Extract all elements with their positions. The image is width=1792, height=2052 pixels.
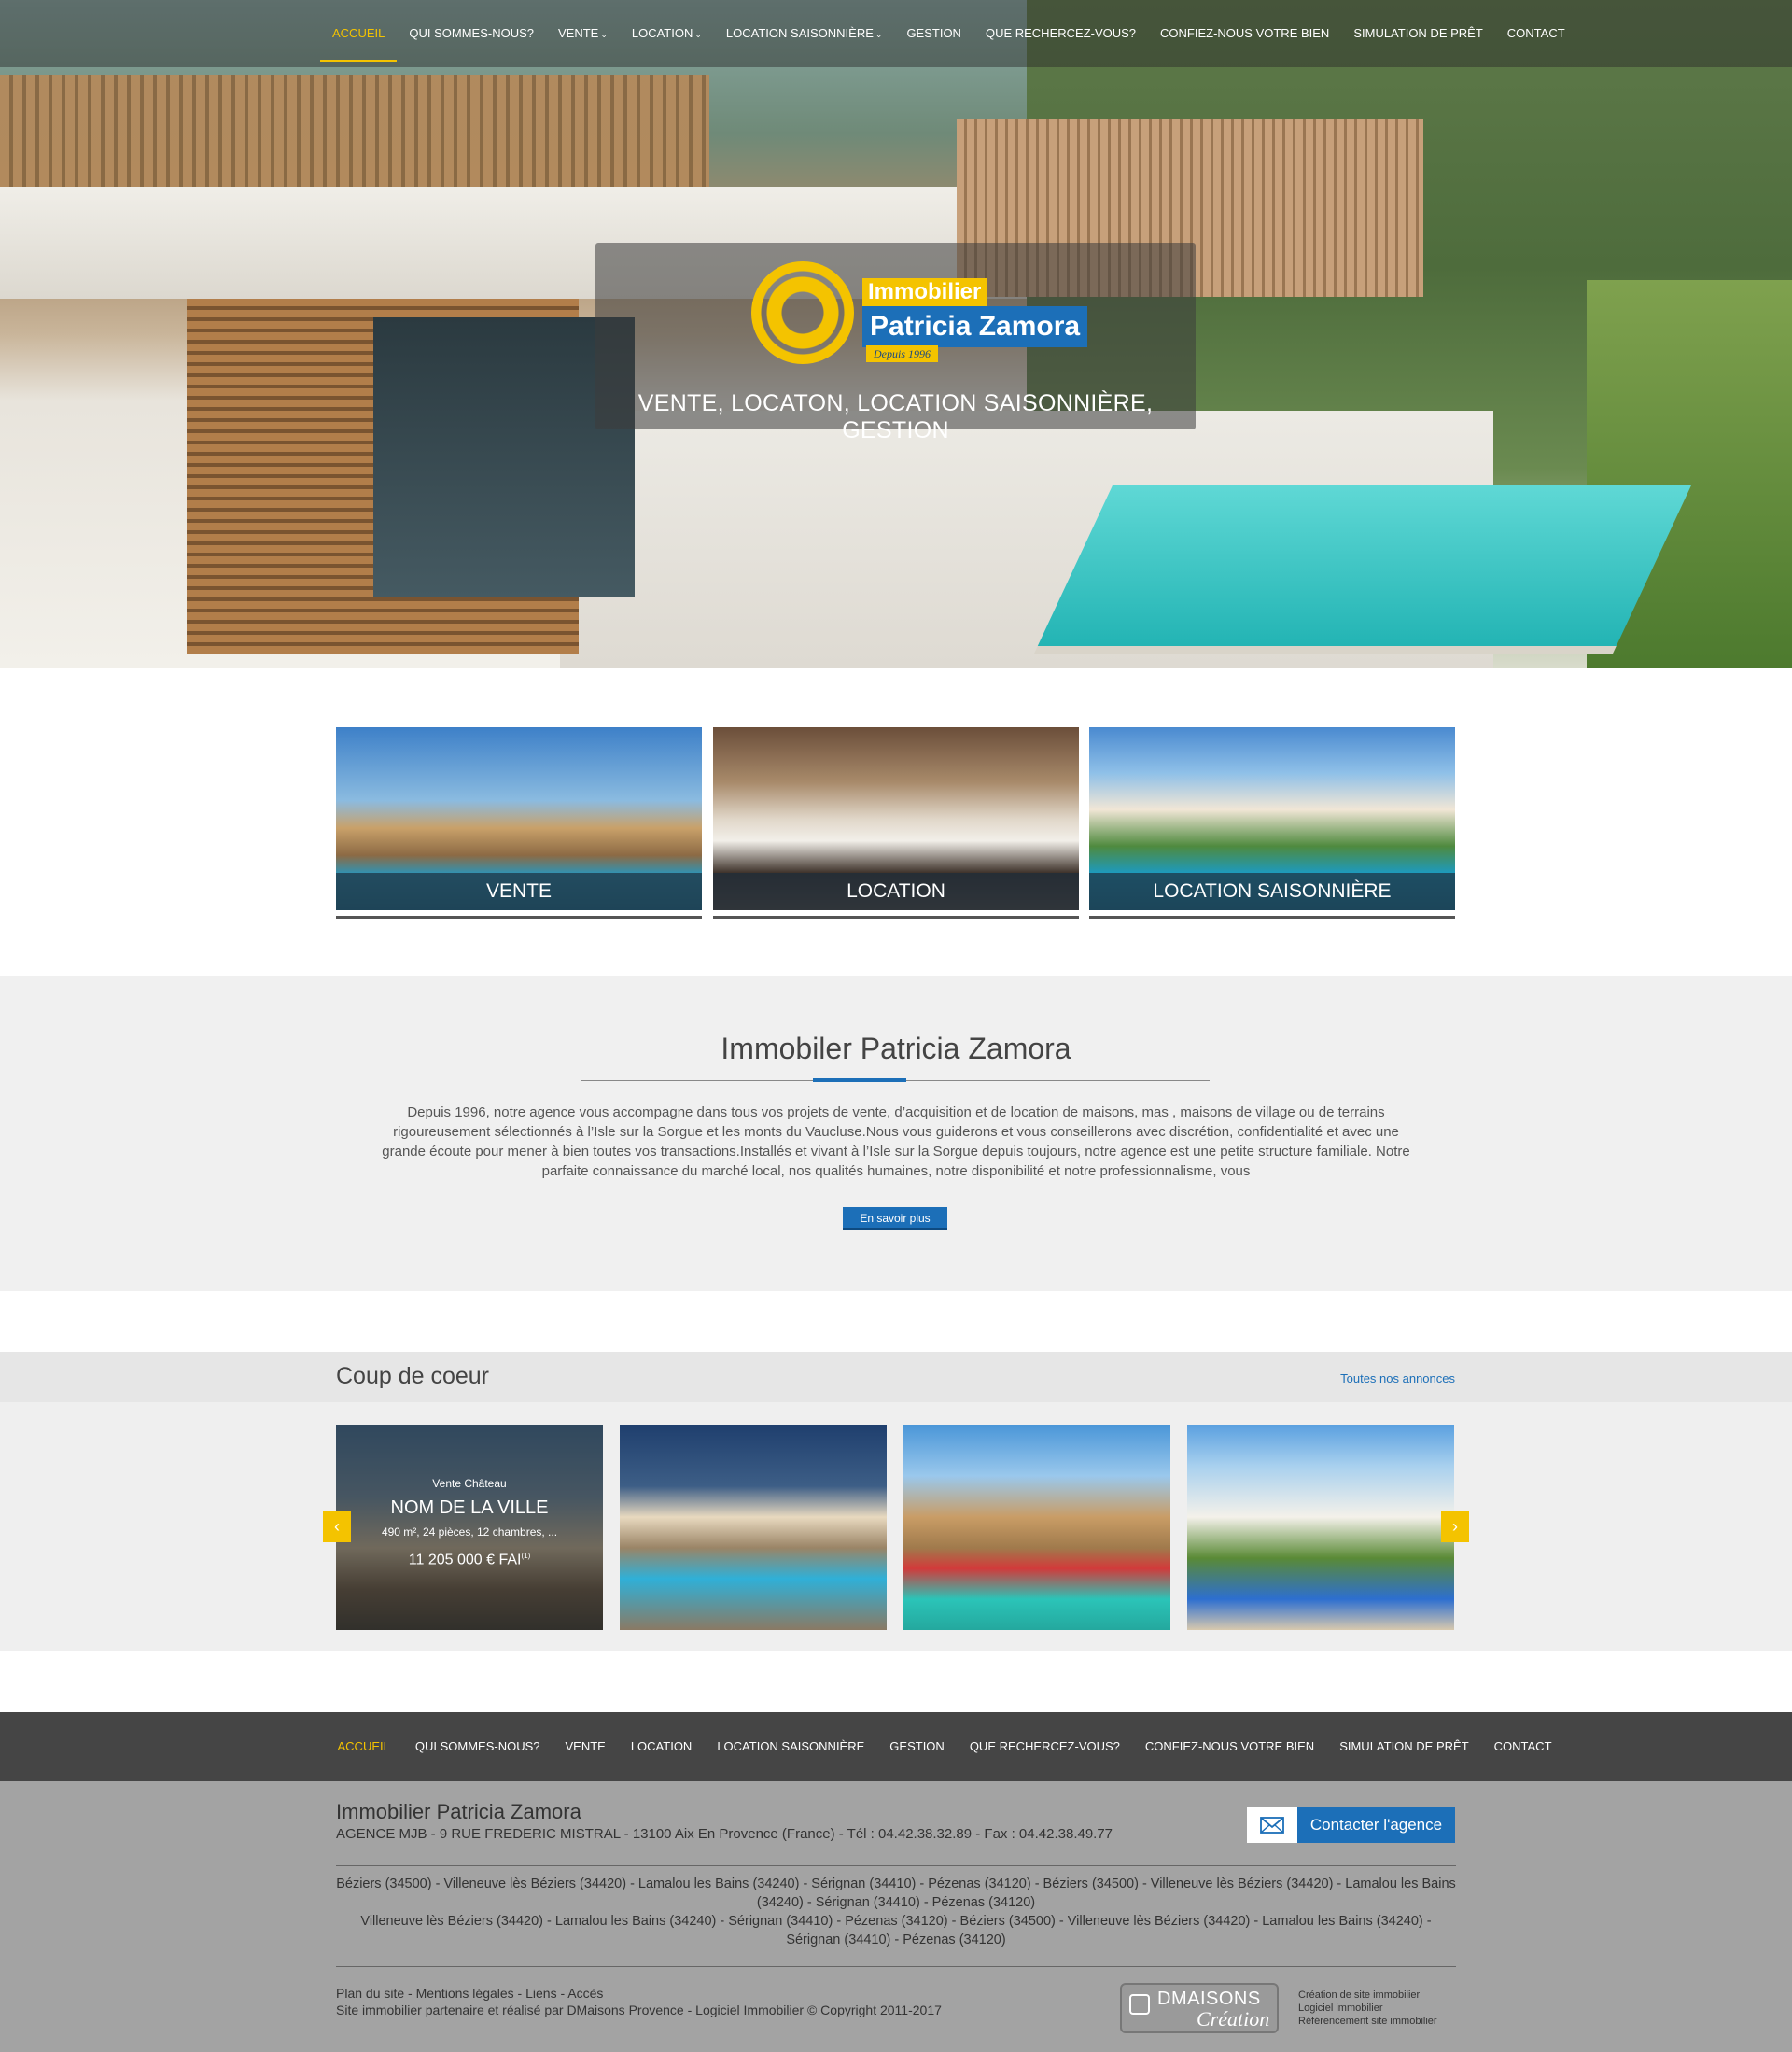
listing-card[interactable] — [1187, 1425, 1454, 1630]
category-tile-location[interactable]: LOCATION — [713, 727, 1079, 919]
carousel-next-chevron-right-icon[interactable]: › — [1441, 1511, 1469, 1542]
listing-card[interactable]: Vente Château NOM DE LA VILLE 490 m², 24… — [336, 1425, 603, 1630]
category-label: VENTE — [336, 873, 702, 910]
footer-cities: Béziers (34500) - Villeneuve lès Béziers… — [336, 1875, 1456, 1949]
divider — [336, 1966, 1456, 1967]
carousel-prev-chevron-left-icon[interactable]: ‹ — [323, 1511, 351, 1542]
hero-wood-facade — [0, 75, 709, 187]
listing-overlay: Vente Château NOM DE LA VILLE 490 m², 24… — [336, 1425, 603, 1630]
footer-nav-location-saisonniere[interactable]: LOCATION SAISONNIÈRE — [705, 1712, 877, 1781]
footer-links: Plan du site - Mentions légales - Liens … — [336, 1985, 942, 2018]
footer-navigation: ACCUEIL QUI SOMMES-NOUS? VENTE LOCATION … — [0, 1712, 1792, 1781]
main-navigation: ACCUEIL QUI SOMMES-NOUS? VENTE ⌄ LOCATION… — [0, 0, 1792, 67]
nav-item-qui-sommes-nous[interactable]: QUI SOMMES-NOUS? — [397, 0, 546, 67]
envelope-icon — [1247, 1807, 1297, 1843]
nav-item-vente[interactable]: VENTE ⌄ — [546, 0, 620, 67]
footer-nav-vente[interactable]: VENTE — [553, 1712, 618, 1781]
category-tile-vente[interactable]: VENTE — [336, 727, 702, 919]
category-label: LOCATION SAISONNIÈRE — [1089, 873, 1455, 910]
divider-accent — [813, 1078, 906, 1082]
category-label: LOCATION — [713, 873, 1079, 910]
about-section: Immobiler Patricia Zamora Depuis 1996, n… — [0, 976, 1792, 1291]
footer-site-links[interactable]: Plan du site - Mentions légales - Liens … — [336, 1985, 942, 2002]
hero-banner: ACCUEIL QUI SOMMES-NOUS? VENTE ⌄ LOCATION… — [0, 0, 1792, 668]
logo-text-since: Depuis 1996 — [866, 345, 938, 362]
cities-line: Béziers (34500) - Villeneuve lès Béziers… — [336, 1876, 1456, 1910]
footer-address: AGENCE MJB - 9 RUE FREDERIC MISTRAL - 13… — [336, 1826, 1113, 1842]
cities-line: Villeneuve lès Béziers (34420) - Lamalou… — [360, 1914, 1432, 1947]
nav-item-accueil[interactable]: ACCUEIL — [320, 0, 398, 62]
listing-city: NOM DE LA VILLE — [390, 1497, 549, 1518]
divider — [336, 1865, 1456, 1866]
house-icon — [1129, 1994, 1150, 2015]
logo-emblem-icon — [751, 261, 854, 364]
hero-pool — [1034, 485, 1691, 654]
logo-text-name: Patricia Zamora — [862, 306, 1088, 347]
footer-nav-que-recherchez-vous[interactable]: QUE RECHERCEZ-VOUS? — [957, 1712, 1132, 1781]
chevron-down-icon: ⌄ — [600, 30, 608, 39]
contact-agency-label: Contacter l'agence — [1309, 1816, 1443, 1834]
footer-credit: Site immobilier partenaire et réalisé pa… — [336, 2003, 942, 2017]
logo-text-immobilier: Immobilier — [862, 278, 987, 306]
featured-header: Coup de coeur Toutes nos annonces — [0, 1352, 1792, 1402]
footer-agency-name: Immobilier Patricia Zamora — [336, 1800, 581, 1823]
nav-item-location[interactable]: LOCATION ⌄ — [620, 0, 714, 67]
service-item[interactable]: Création de site immobilier — [1298, 1989, 1437, 2002]
listing-details: 490 m², 24 pièces, 12 chambres, ... — [381, 1525, 558, 1539]
chevron-down-icon: ⌄ — [694, 30, 702, 39]
all-listings-link[interactable]: Toutes nos annonces — [1340, 1371, 1455, 1385]
hero-tagline: VENTE, LOCATON, LOCATION SAISONNIÈRE, GE… — [637, 390, 1154, 443]
chevron-down-icon: ⌄ — [875, 30, 883, 39]
nav-item-gestion[interactable]: GESTION — [894, 0, 973, 67]
listing-card[interactable] — [903, 1425, 1170, 1630]
dmaisons-logo[interactable]: DMAISONS Création — [1120, 1983, 1279, 2033]
category-tile-location-saisonniere[interactable]: LOCATION SAISONNIÈRE — [1089, 727, 1455, 919]
featured-carousel: Vente Château NOM DE LA VILLE 490 m², 24… — [0, 1402, 1792, 1651]
nav-item-simulation[interactable]: SIMULATION DE PRÊT — [1341, 0, 1494, 67]
nav-item-contact[interactable]: CONTACT — [1495, 0, 1577, 67]
dmaisons-services: Création de site immobilier Logiciel imm… — [1298, 1989, 1437, 2028]
about-text: Depuis 1996, notre agence vous accompagn… — [382, 1104, 1410, 1179]
nav-item-que-recherchez-vous[interactable]: QUE RECHERCEZ-VOUS? — [973, 0, 1148, 67]
listing-card[interactable] — [620, 1425, 887, 1630]
nav-item-location-saisonniere[interactable]: LOCATION SAISONNIÈRE ⌄ — [714, 0, 895, 67]
footer: Immobilier Patricia Zamora AGENCE MJB - … — [0, 1781, 1792, 2052]
contact-agency-button[interactable]: Contacter l'agence — [1247, 1807, 1455, 1843]
nav-item-confiez-nous[interactable]: CONFIEZ-NOUS VOTRE BIEN — [1148, 0, 1341, 67]
footer-nav-simulation[interactable]: SIMULATION DE PRÊT — [1327, 1712, 1481, 1781]
listing-type: Vente Château — [432, 1477, 507, 1490]
footer-nav-location[interactable]: LOCATION — [618, 1712, 705, 1781]
learn-more-button[interactable]: En savoir plus — [843, 1207, 947, 1230]
service-item[interactable]: Logiciel immobilier — [1298, 2002, 1437, 2015]
footer-nav-accueil[interactable]: ACCUEIL — [325, 1712, 402, 1781]
service-item[interactable]: Référencement site immobilier — [1298, 2015, 1437, 2028]
footer-nav-confiez-nous[interactable]: CONFIEZ-NOUS VOTRE BIEN — [1132, 1712, 1326, 1781]
footer-nav-qui-sommes-nous[interactable]: QUI SOMMES-NOUS? — [402, 1712, 553, 1781]
footer-nav-contact[interactable]: CONTACT — [1481, 1712, 1564, 1781]
listing-price: 11 205 000 € FAI(1) — [408, 1552, 531, 1568]
featured-title: Coup de coeur — [336, 1363, 490, 1389]
about-title: Immobiler Patricia Zamora — [721, 1032, 1071, 1065]
footer-nav-gestion[interactable]: GESTION — [877, 1712, 958, 1781]
